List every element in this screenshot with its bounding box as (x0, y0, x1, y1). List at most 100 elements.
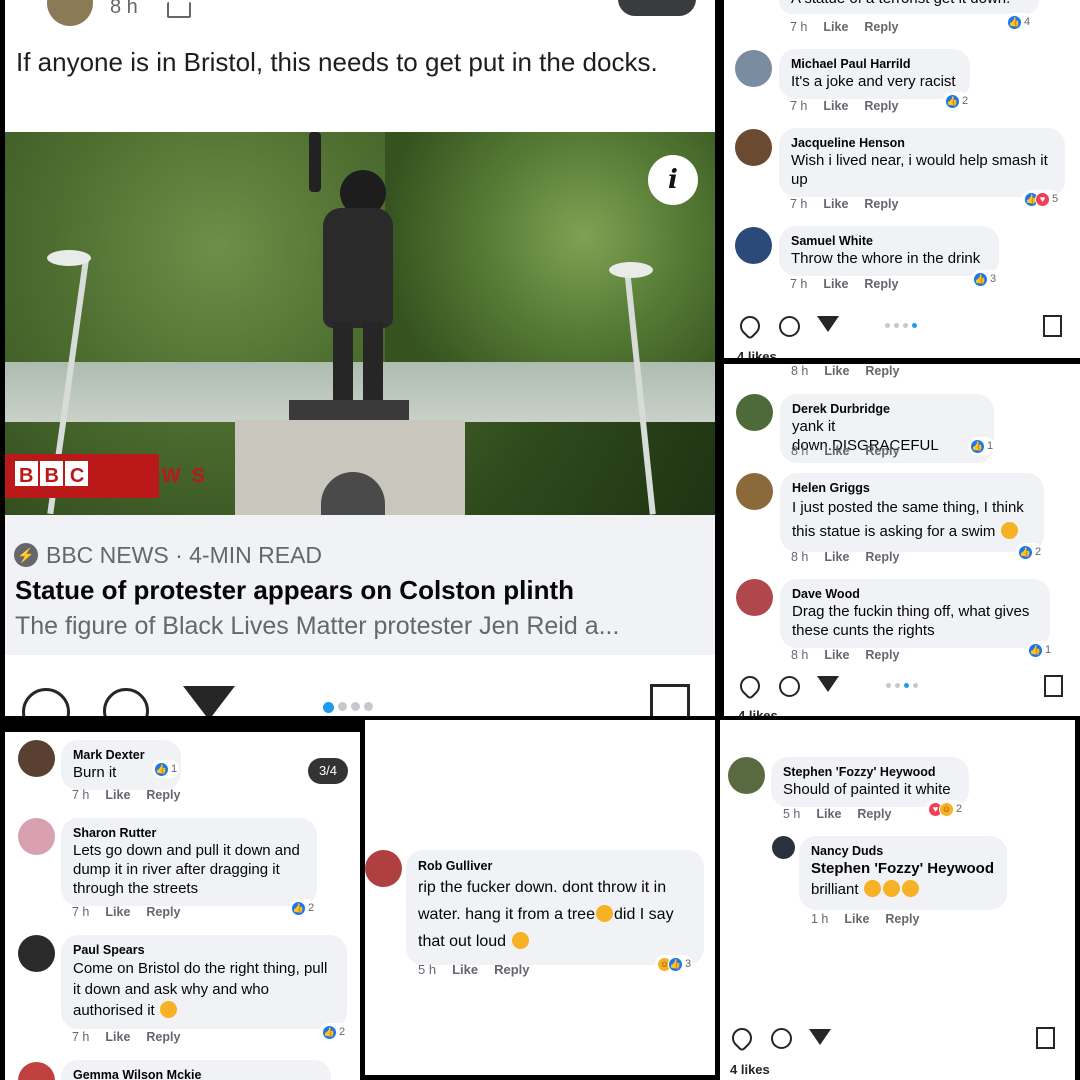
like-button[interactable]: Like (824, 444, 849, 458)
reaction-count: 👍 2 (320, 1023, 348, 1041)
comments-panel-d: Mark Dexter Burn it 7 h Like Reply 👍 1 3/4 … (5, 720, 360, 1080)
bookmark-icon[interactable] (650, 684, 690, 716)
avatar[interactable] (18, 1062, 55, 1080)
comment-icon[interactable] (779, 676, 800, 697)
reply-button[interactable]: Reply (864, 20, 898, 34)
link-preview-image[interactable]: i BBC NEWS (5, 132, 715, 515)
share-icon[interactable] (183, 686, 235, 716)
like-button[interactable]: Like (105, 1030, 130, 1044)
commenter-name[interactable]: Paul Spears (73, 942, 335, 958)
emoji-icon (1000, 522, 1018, 539)
like-button[interactable]: Like (824, 648, 849, 662)
link-preview-caption[interactable]: ⚡ BBC NEWS · 4-MIN READ Statue of protes… (5, 515, 715, 655)
share-icon[interactable] (817, 676, 839, 692)
comment-icon[interactable] (103, 688, 149, 716)
likes-count[interactable]: 4 likes (738, 708, 778, 716)
likes-count[interactable]: 4 likes (730, 1062, 770, 1077)
avatar[interactable] (18, 935, 55, 972)
comment-bubble: Michael Paul Harrild It's a joke and ver… (779, 49, 970, 99)
reply-button[interactable]: Reply (146, 788, 180, 802)
like-button[interactable]: Like (823, 20, 848, 34)
like-button[interactable]: Like (823, 99, 848, 113)
commenter-name[interactable]: Nancy Duds (811, 843, 995, 859)
reply-button[interactable]: Reply (865, 444, 899, 458)
comment-meta: 7 h Like Reply (790, 197, 899, 211)
avatar[interactable] (735, 129, 772, 166)
comment-meta: 7 h Like Reply (790, 20, 899, 34)
like-reaction-icon: 👍 (1018, 544, 1033, 560)
link-title[interactable]: Statue of protester appears on Colston p… (15, 575, 574, 606)
commenter-name[interactable]: Michael Paul Harrild (791, 56, 958, 72)
comment-text: Lets go down and pull it down and dump i… (73, 842, 300, 897)
link-description: The figure of Black Lives Matter protest… (15, 612, 620, 640)
reply-button[interactable]: Reply (864, 99, 898, 113)
commenter-name[interactable]: Derek Durbridge (792, 401, 982, 417)
reply-button[interactable]: Reply (864, 197, 898, 211)
comment-icon[interactable] (779, 316, 800, 337)
heart-icon[interactable] (735, 311, 765, 341)
like-button[interactable]: Like (452, 962, 478, 977)
avatar[interactable] (18, 818, 55, 855)
commenter-name[interactable]: Sharon Rutter (73, 825, 305, 841)
avatar[interactable] (736, 473, 773, 510)
like-button[interactable]: Like (823, 277, 848, 291)
post-author-avatar[interactable] (47, 0, 93, 26)
commenter-name[interactable]: Mark Dexter (73, 747, 169, 763)
like-button[interactable]: Like (105, 905, 130, 919)
comment-icon[interactable] (771, 1028, 792, 1049)
post-panel: 8 h If anyone is in Bristol, this needs … (5, 0, 715, 716)
reply-button[interactable]: Reply (864, 277, 898, 291)
commenter-name[interactable]: Stephen 'Fozzy' Heywood (783, 764, 957, 780)
avatar[interactable] (365, 850, 402, 887)
commenter-name[interactable]: Samuel White (791, 233, 987, 249)
comment-meta: 7 h Like Reply (790, 277, 899, 291)
avatar[interactable] (736, 394, 773, 431)
like-button[interactable]: Like (816, 807, 841, 821)
like-button[interactable]: Like (105, 788, 130, 802)
comment-bubble: Rob Gulliver rip the fucker down. dont t… (406, 850, 704, 965)
like-reaction-icon: 👍 (973, 271, 988, 287)
avatar[interactable] (736, 579, 773, 616)
like-reaction-icon: 👍 (322, 1024, 337, 1040)
like-button[interactable]: Like (824, 550, 849, 564)
commenter-name[interactable]: Dave Wood (792, 586, 1038, 602)
heart-icon[interactable] (735, 671, 765, 701)
reply-button[interactable]: Reply (494, 962, 529, 977)
emoji-icon (863, 880, 881, 897)
bookmark-icon[interactable] (1036, 1027, 1055, 1049)
reply-button[interactable]: Reply (146, 905, 180, 919)
share-icon[interactable] (809, 1029, 831, 1045)
avatar[interactable] (728, 757, 765, 794)
commenter-name[interactable]: Rob Gulliver (418, 858, 692, 874)
like-reaction-icon: 👍 (668, 956, 683, 972)
commenter-name[interactable]: Gemma Wilson Mckie (73, 1067, 319, 1080)
comment-meta: 7 h Like Reply (72, 1030, 181, 1044)
reply-button[interactable]: Reply (865, 648, 899, 662)
reply-button[interactable]: Reply (865, 364, 899, 378)
bookmark-icon[interactable] (1044, 675, 1063, 697)
image-counter-badge: 3/4 (308, 758, 348, 784)
heart-icon[interactable] (727, 1023, 757, 1053)
reply-button[interactable]: Reply (857, 807, 891, 821)
bookmark-icon[interactable] (1043, 315, 1062, 337)
comment-text: Wish i lived near, i would help smash it… (791, 152, 1048, 188)
commenter-name[interactable]: Jacqueline Henson (791, 135, 1053, 151)
share-icon[interactable] (817, 316, 839, 332)
more-options-button[interactable] (618, 0, 696, 16)
mention-link[interactable]: Stephen 'Fozzy' Heywood (811, 859, 995, 878)
reply-button[interactable]: Reply (146, 1030, 180, 1044)
avatar[interactable] (18, 740, 55, 777)
like-button[interactable]: Like (823, 197, 848, 211)
like-button[interactable]: Like (844, 912, 869, 926)
avatar[interactable] (735, 50, 772, 87)
avatar[interactable] (772, 836, 795, 859)
reply-button[interactable]: Reply (865, 550, 899, 564)
reply-button[interactable]: Reply (885, 912, 919, 926)
heart-icon[interactable] (12, 678, 80, 716)
likes-count[interactable]: 4 likes (737, 349, 777, 358)
like-button[interactable]: Like (824, 364, 849, 378)
info-icon[interactable]: i (648, 155, 698, 205)
commenter-name[interactable]: Helen Griggs (792, 480, 1032, 496)
post-text: If anyone is in Bristol, this needs to g… (16, 47, 658, 77)
avatar[interactable] (735, 227, 772, 264)
